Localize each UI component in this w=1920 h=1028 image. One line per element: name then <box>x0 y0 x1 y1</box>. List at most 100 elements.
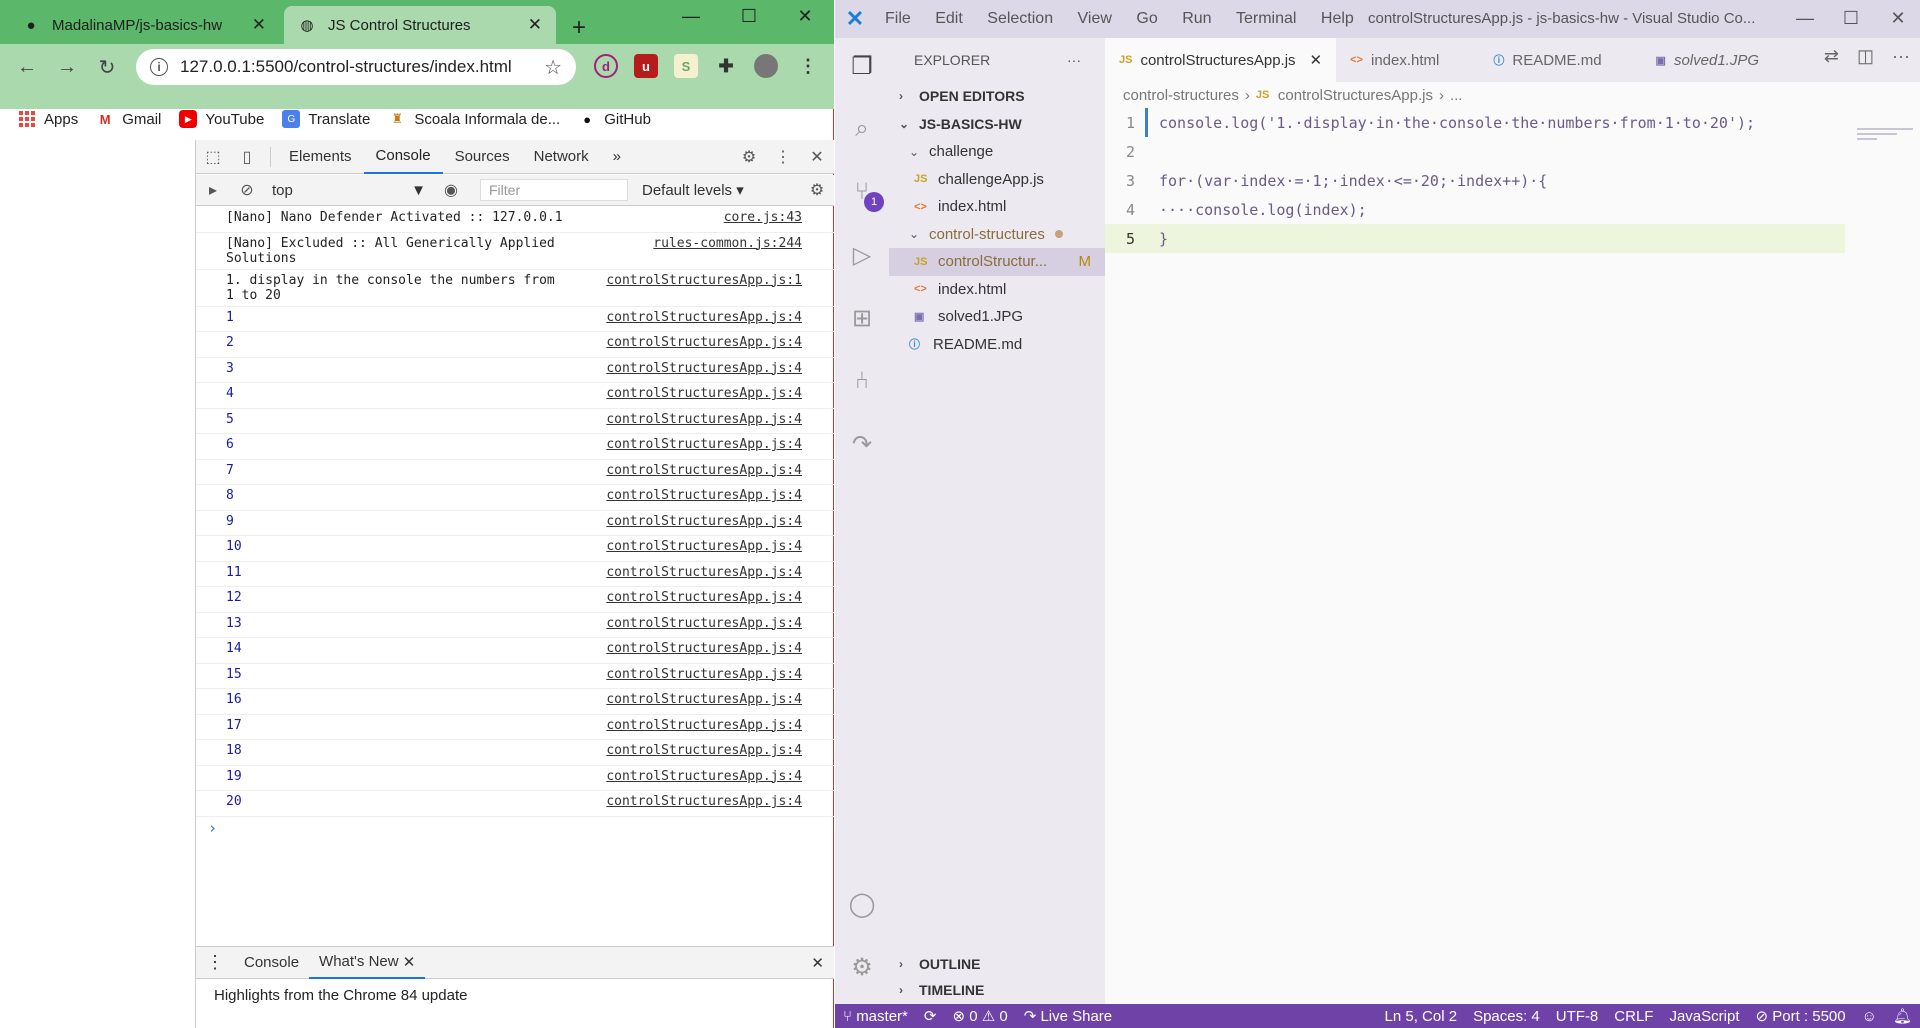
menu-edit[interactable]: Edit <box>935 10 963 27</box>
tree-file[interactable]: <> index.html <box>889 276 1105 304</box>
menu-view[interactable]: View <box>1078 10 1112 27</box>
extension-d-icon[interactable]: d <box>594 54 618 78</box>
minimap[interactable] <box>1857 128 1917 148</box>
console-settings-icon[interactable]: ⚙ <box>800 173 834 207</box>
source-link[interactable]: core.js:43 <box>714 210 802 229</box>
tab-sources[interactable]: Sources <box>443 140 522 174</box>
outline-section[interactable]: › OUTLINE <box>889 950 1105 978</box>
log-levels-select[interactable]: Default levels ▾ <box>642 181 744 199</box>
minimize-icon[interactable]: — <box>676 6 706 27</box>
code-line[interactable]: 3 for·(var·index·=·1;·index·<=·20;·index+… <box>1105 166 1845 195</box>
source-link[interactable]: controlStructuresApp.js:4 <box>596 463 802 482</box>
tab-network[interactable]: Network <box>522 140 601 174</box>
live-expression-eye-icon[interactable]: ◉ <box>434 173 468 207</box>
breadcrumb-file[interactable]: controlStructuresApp.js <box>1278 87 1433 104</box>
forward-icon[interactable]: → <box>52 52 82 82</box>
run-debug-icon[interactable]: ▷ <box>844 237 880 273</box>
explorer-more-icon[interactable]: ··· <box>1067 52 1081 68</box>
show-sidebar-icon[interactable]: ▸ <box>196 173 230 207</box>
menu-file[interactable]: File <box>885 10 911 27</box>
bookmark-gmail[interactable]: M Gmail <box>96 110 162 128</box>
source-link[interactable]: rules-common.js:244 <box>643 236 802 266</box>
profile-avatar[interactable] <box>754 54 778 78</box>
source-link[interactable]: controlStructuresApp.js:1 <box>596 273 802 303</box>
tree-file[interactable]: JS controlStructur... M <box>889 248 1105 276</box>
live-share-button[interactable]: ↷ Live Share <box>1016 1007 1120 1026</box>
extension-s-icon[interactable]: S <box>674 54 698 78</box>
address-bar[interactable]: i 127.0.0.1:5500/control-structures/inde… <box>136 49 576 85</box>
menu-go[interactable]: Go <box>1136 10 1157 27</box>
source-control-icon[interactable]: ⑂ 1 <box>844 174 884 212</box>
more-actions-icon[interactable]: ··· <box>1892 46 1910 67</box>
source-link[interactable]: controlStructuresApp.js:4 <box>596 565 802 584</box>
feedback-icon[interactable]: ☺ <box>1854 1007 1885 1025</box>
console-filter-input[interactable]: Filter <box>480 179 628 201</box>
minimize-icon[interactable]: — <box>1790 8 1820 29</box>
language-mode[interactable]: JavaScript <box>1661 1007 1747 1025</box>
tab-elements[interactable]: Elements <box>277 140 364 174</box>
outline-header[interactable]: › OUTLINE <box>889 950 1105 978</box>
tree-folder[interactable]: ⌄ control-structures <box>889 221 1105 249</box>
code-line[interactable]: 4 ····console.log(index); <box>1105 195 1845 224</box>
tree-file[interactable]: <> index.html <box>889 193 1105 221</box>
maximize-icon[interactable]: ☐ <box>1836 8 1866 29</box>
manage-gear-icon[interactable]: ⚙ <box>844 949 880 985</box>
new-tab-button[interactable]: + <box>572 14 586 42</box>
close-tab-icon[interactable]: ✕ <box>528 15 542 35</box>
source-link[interactable]: controlStructuresApp.js:4 <box>596 590 802 609</box>
tree-folder[interactable]: ⌄ challenge <box>889 138 1105 166</box>
maximize-icon[interactable]: ☐ <box>734 6 764 27</box>
breadcrumb-symbol[interactable]: ... <box>1450 87 1463 104</box>
timeline-section[interactable]: › TIMELINE <box>889 976 1105 1004</box>
open-editors-section[interactable]: › OPEN EDITORS <box>889 82 1105 110</box>
editor-tab[interactable]: JS controlStructuresApp.js ✕ <box>1105 38 1337 82</box>
problems-indicator[interactable]: ⊗ 0 ⚠ 0 <box>944 1007 1015 1026</box>
editor-tab[interactable]: <> index.html <box>1336 38 1479 82</box>
console-prompt[interactable]: › <box>196 817 834 839</box>
account-icon[interactable]: ◯ <box>844 886 880 922</box>
tree-file[interactable]: ▣ solved1.JPG <box>889 303 1105 331</box>
indentation[interactable]: Spaces: 4 <box>1465 1007 1548 1025</box>
explorer-icon[interactable]: ❐ <box>844 48 880 84</box>
extensions-icon[interactable]: ⊞ <box>844 300 880 336</box>
open-changes-icon[interactable]: ⇄ <box>1824 46 1839 67</box>
source-link[interactable]: controlStructuresApp.js:4 <box>596 692 802 711</box>
code-line[interactable]: 5} <box>1105 224 1845 253</box>
browser-tab-github[interactable]: ● MadalinaMP/js-basics-hw ✕ <box>8 6 280 44</box>
devtools-menu-icon[interactable]: ⋮ <box>766 140 800 174</box>
source-link[interactable]: controlStructuresApp.js:4 <box>596 794 802 813</box>
close-tab-icon[interactable]: ✕ <box>1310 51 1323 69</box>
menu-terminal[interactable]: Terminal <box>1236 10 1296 27</box>
source-link[interactable]: controlStructuresApp.js:4 <box>596 539 802 558</box>
clear-console-icon[interactable]: ⊘ <box>230 173 264 207</box>
branch-indicator[interactable]: ⑂ master* <box>835 1008 916 1025</box>
code-line[interactable]: 2 <box>1105 137 1845 166</box>
search-icon[interactable]: ⌕ <box>844 111 880 147</box>
source-link[interactable]: controlStructuresApp.js:4 <box>596 386 802 405</box>
more-tabs-button[interactable]: » <box>601 140 633 174</box>
workspace-root[interactable]: ⌄ JS-BASICS-HW <box>889 110 1105 138</box>
bookmark-youtube[interactable]: ▶ YouTube <box>179 110 264 128</box>
browser-tab-js-control-structures[interactable]: ◍ JS Control Structures ✕ <box>284 6 556 44</box>
chrome-menu-icon[interactable]: ⋮ <box>796 54 820 78</box>
tree-file[interactable]: ⓘ README.md <box>889 331 1105 359</box>
code-editor[interactable]: 1 console.log('1.·display·in·the·console·… <box>1105 108 1845 253</box>
bookmark-scoala[interactable]: ♜ Scoala Informala de... <box>388 110 560 128</box>
back-icon[interactable]: ← <box>12 52 42 82</box>
source-link[interactable]: controlStructuresApp.js:4 <box>596 412 802 431</box>
source-link[interactable]: controlStructuresApp.js:4 <box>596 335 802 354</box>
tab-console[interactable]: Console <box>363 140 443 174</box>
git-graph-icon[interactable]: ⑃ <box>844 363 880 399</box>
split-editor-icon[interactable]: ◫ <box>1857 46 1874 67</box>
end-of-line[interactable]: CRLF <box>1606 1007 1661 1025</box>
inspect-element-icon[interactable]: ⬚ <box>196 140 230 174</box>
close-window-icon[interactable]: ✕ <box>1883 8 1913 29</box>
drawer-tab-whats-new[interactable]: What's New ✕ <box>309 947 426 979</box>
context-select[interactable]: top ▼ <box>264 182 434 199</box>
close-drawer-icon[interactable]: ✕ <box>801 947 834 979</box>
close-window-icon[interactable]: ✕ <box>790 6 820 27</box>
live-share-icon[interactable]: ↷ <box>844 426 880 462</box>
code-line[interactable]: 1 console.log('1.·display·in·the·console·… <box>1105 108 1845 137</box>
source-link[interactable]: controlStructuresApp.js:4 <box>596 641 802 660</box>
menu-help[interactable]: Help <box>1321 10 1354 27</box>
